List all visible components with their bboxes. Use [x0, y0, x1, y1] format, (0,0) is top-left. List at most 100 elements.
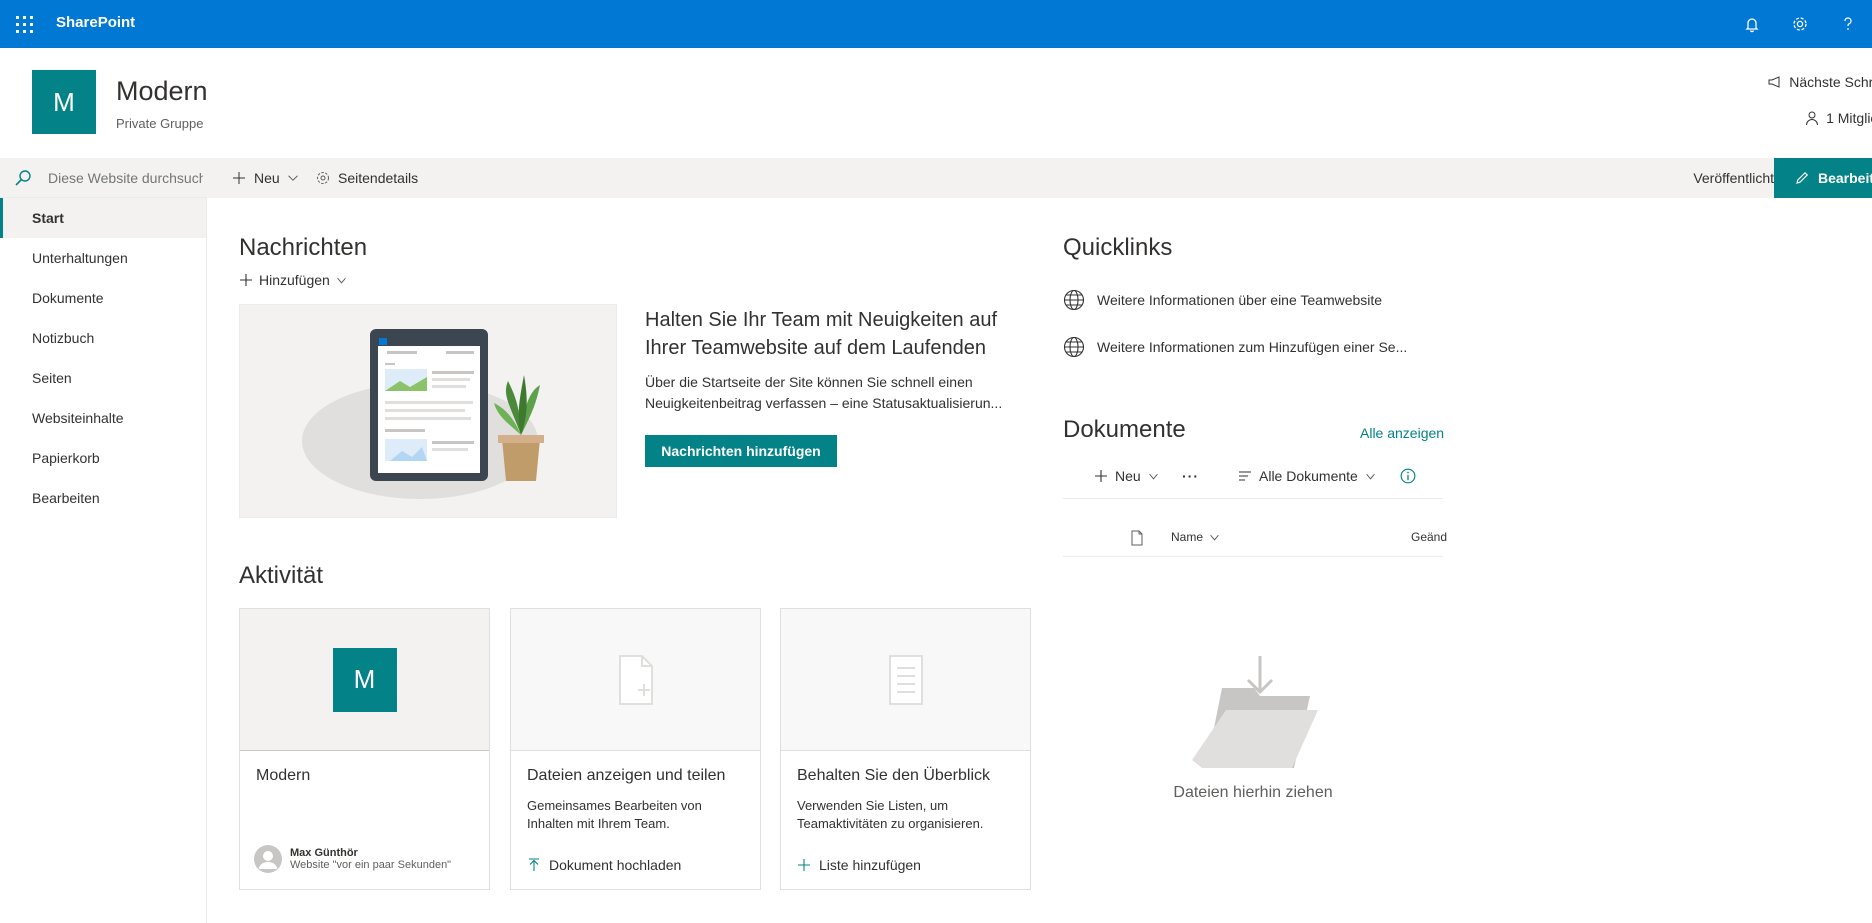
news-illustration — [239, 304, 617, 518]
megaphone-icon — [1768, 76, 1780, 88]
nav-item-seiten[interactable]: Seiten — [0, 358, 206, 398]
divider — [1063, 556, 1443, 557]
next-steps-label: Nächste Schritte — [1789, 74, 1872, 90]
upload-icon — [529, 858, 539, 871]
edit-label: Bearbeiten — [1818, 170, 1872, 186]
site-title[interactable]: Modern — [116, 76, 208, 107]
divider — [1063, 498, 1443, 499]
quicklink-item[interactable]: Weitere Informationen über eine Teamwebs… — [1063, 289, 1382, 311]
plus-icon — [233, 172, 245, 184]
person-name: Max Günthör — [290, 847, 358, 859]
quicklink-label: Weitere Informationen zum Hinzufügen ein… — [1097, 339, 1408, 355]
page-details-button[interactable]: Seitendetails — [315, 158, 418, 198]
more-icon[interactable]: ··· — [1182, 462, 1199, 490]
nav-item-unterhaltungen[interactable]: Unterhaltungen — [0, 238, 206, 278]
search-box[interactable] — [0, 158, 207, 198]
plus-icon — [1095, 470, 1107, 482]
search-icon — [15, 169, 31, 186]
news-add-label: Hinzufügen — [259, 272, 330, 288]
news-heading: Halten Sie Ihr Team mit Neuigkeiten auf … — [645, 309, 998, 359]
plus-icon — [798, 859, 810, 871]
page-details-label: Seitendetails — [338, 170, 419, 186]
name-column-label: Name — [1171, 530, 1204, 544]
upload-document-link[interactable]: Dokument hochladen — [527, 857, 681, 873]
documents-title: Dokumente — [1063, 416, 1186, 443]
name-column-header[interactable]: Name — [1171, 530, 1220, 544]
nav-list: Start Unterhaltungen Dokumente Notizbuch… — [0, 198, 206, 518]
news-add-button[interactable]: Hinzufügen — [239, 272, 347, 288]
drop-files-hint: Dateien hierhin ziehen — [1173, 784, 1333, 801]
document-add-icon — [618, 654, 653, 705]
members-button[interactable]: 1 Mitglied — [1804, 110, 1872, 126]
doc-new-label: Neu — [1115, 468, 1141, 484]
sharepoint-brand[interactable]: SharePoint — [56, 14, 135, 31]
globe-icon — [1063, 289, 1085, 311]
activity-card-lists[interactable]: Behalten Sie den Überblick Verwenden Sie… — [780, 608, 1031, 890]
gear-icon[interactable] — [1788, 12, 1812, 36]
chevron-down-icon — [337, 277, 346, 284]
nav-item-start[interactable]: Start — [0, 198, 206, 238]
next-steps-button[interactable]: Nächste Schritte — [1767, 74, 1872, 90]
globe-icon — [1063, 336, 1085, 358]
file-type-column-icon[interactable] — [1130, 530, 1144, 546]
activity-title: Aktivität — [239, 562, 324, 589]
gear-icon — [317, 172, 329, 184]
add-list-label: Liste hinzufügen — [819, 857, 921, 873]
avatar-icon — [254, 845, 282, 873]
doc-new-button[interactable]: Neu — [1094, 462, 1159, 490]
nav-item-websiteinhalte[interactable]: Websiteinhalte — [0, 398, 206, 438]
add-list-link[interactable]: Liste hinzufügen — [797, 857, 921, 873]
new-label: Neu — [254, 170, 280, 186]
see-all-link[interactable]: Alle anzeigen — [1360, 425, 1444, 441]
view-selector[interactable]: Alle Dokumente — [1238, 462, 1376, 490]
tablet-plant-illustration — [302, 329, 544, 499]
nav-item-bearbeiten[interactable]: Bearbeiten — [0, 478, 206, 518]
nav-item-papierkorb[interactable]: Papierkorb — [0, 438, 206, 478]
filter-lines-icon — [1239, 471, 1251, 481]
activity-card-thumbnail: M — [240, 609, 489, 751]
quicklink-label: Weitere Informationen über eine Teamwebs… — [1097, 292, 1383, 308]
activity-card-title[interactable]: Modern — [256, 767, 310, 785]
chevron-down-icon — [1148, 473, 1158, 480]
folder-drop-icon — [1192, 652, 1322, 777]
person-meta: Website "vor ein paar Sekunden" — [290, 859, 452, 871]
sharepoint-page: SharePoint M Modern Private Gruppe Nächs… — [0, 0, 1872, 923]
search-input[interactable] — [48, 169, 203, 186]
news-description: Über die Startseite der Site können Sie … — [645, 374, 1003, 411]
activity-card-description: Gemeinsames Bearbeiten von Inhalten mit … — [527, 798, 702, 831]
activity-card-files[interactable]: Dateien anzeigen und teilen Gemeinsames … — [510, 608, 761, 890]
nav-item-dokumente[interactable]: Dokumente — [0, 278, 206, 318]
site-header: M Modern Private Gruppe Nächste Schritte… — [0, 48, 1872, 158]
quicklinks-title: Quicklinks — [1063, 234, 1173, 261]
quicklink-item[interactable]: Weitere Informationen zum Hinzufügen ein… — [1063, 336, 1407, 358]
publish-status: Veröffentlicht — [1693, 170, 1774, 186]
activity-card-site[interactable]: M Modern Max Günthör Website "vor ein pa… — [239, 608, 490, 890]
suite-bar: SharePoint — [0, 0, 1872, 48]
activity-persona: Max Günthör Website "vor ein paar Sekund… — [254, 845, 466, 873]
upload-document-label: Dokument hochladen — [549, 857, 682, 873]
command-bar: Neu Seitendetails Veröffentlicht Bearbei… — [207, 158, 1872, 198]
nav-item-notizbuch[interactable]: Notizbuch — [0, 318, 206, 358]
info-icon[interactable] — [1400, 462, 1416, 490]
view-label: Alle Dokumente — [1259, 468, 1358, 484]
activity-card-title: Behalten Sie den Überblick — [797, 767, 991, 784]
news-title: Nachrichten — [239, 234, 368, 261]
activity-card-title: Dateien anzeigen und teilen — [527, 767, 726, 784]
site-logo[interactable]: M — [32, 70, 96, 134]
new-button[interactable]: Neu — [231, 158, 299, 198]
add-news-button[interactable]: Nachrichten hinzufügen — [645, 435, 837, 467]
site-subtitle: Private Gruppe — [116, 116, 204, 131]
chevron-down-icon — [1210, 534, 1219, 541]
bell-icon[interactable] — [1740, 12, 1764, 36]
members-label: 1 Mitglied — [1826, 110, 1872, 126]
activity-card-thumbnail — [511, 609, 760, 751]
activity-card-thumbnail — [781, 609, 1030, 751]
modified-column-header[interactable]: Geänd — [1411, 530, 1447, 544]
pencil-icon — [1796, 171, 1809, 184]
chevron-down-icon — [1366, 473, 1375, 480]
waffle-icon[interactable] — [14, 14, 34, 34]
edit-button[interactable]: Bearbeiten — [1774, 158, 1872, 198]
list-icon — [888, 654, 923, 705]
chevron-down-icon — [287, 175, 298, 181]
help-icon[interactable] — [1836, 12, 1860, 36]
